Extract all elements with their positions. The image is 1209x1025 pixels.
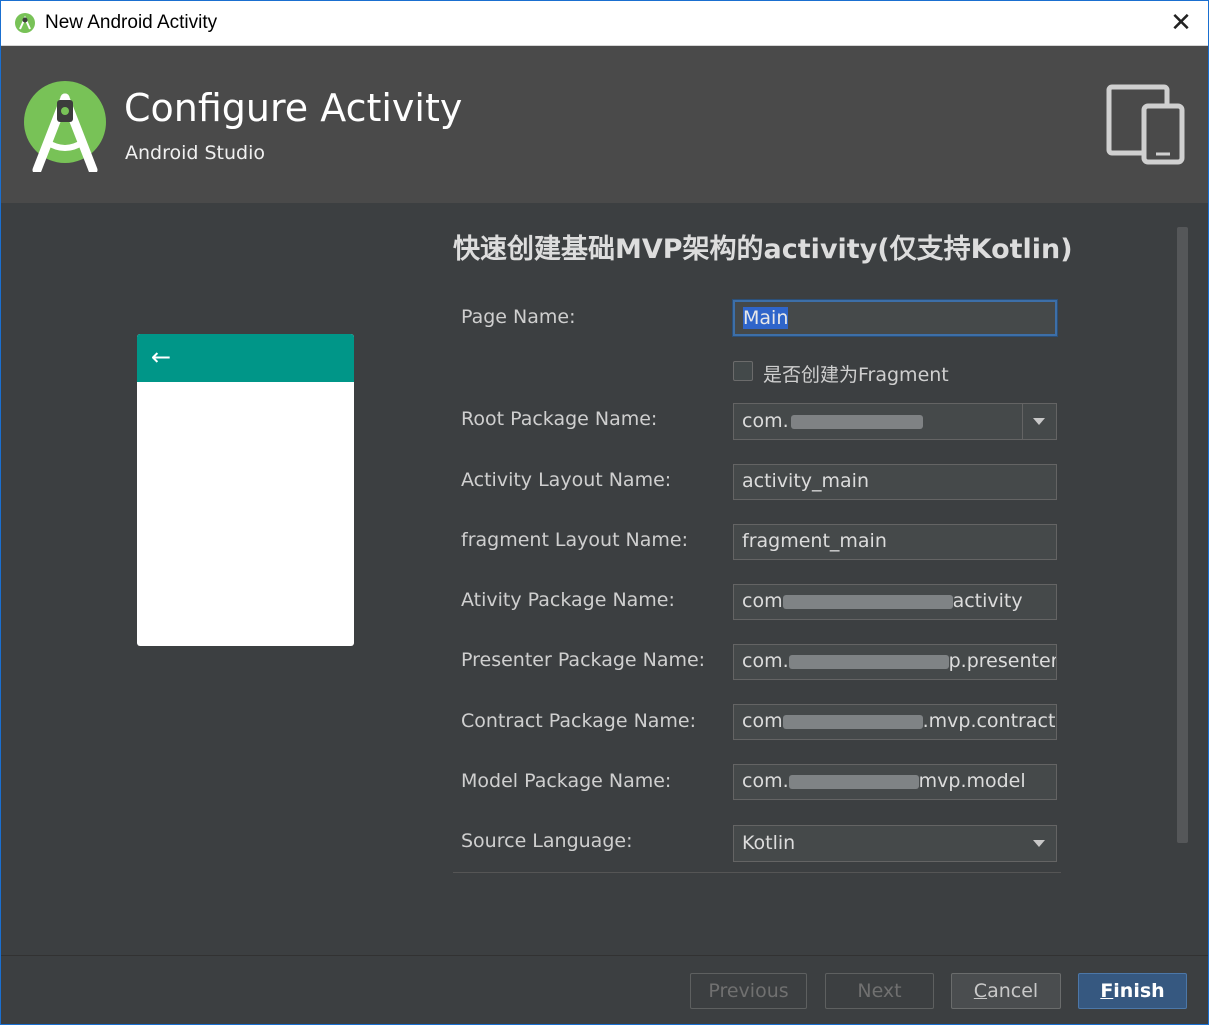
title-bar: New Android Activity ✕ — [1, 1, 1208, 46]
vertical-scrollbar[interactable] — [1177, 227, 1188, 843]
back-arrow-icon: ← — [151, 343, 172, 371]
source-language-value: Kotlin — [742, 832, 796, 854]
finish-button[interactable]: Finish — [1078, 973, 1187, 1009]
activity-package-input[interactable]: com activity — [733, 584, 1057, 620]
android-studio-logo-icon — [24, 81, 106, 172]
window-title: New Android Activity — [45, 12, 218, 33]
android-studio-icon — [15, 13, 35, 33]
dialog-window: New Android Activity ✕ Configure Activit… — [0, 0, 1209, 1025]
source-language-select[interactable]: Kotlin — [733, 825, 1057, 862]
model-package-input[interactable]: com. mvp.model — [733, 764, 1057, 800]
page-title: Configure Activity — [124, 86, 463, 130]
page-name-label: Page Name: — [461, 306, 576, 328]
form-divider — [453, 872, 1061, 873]
model-package-label: Model Package Name: — [461, 770, 672, 792]
page-name-input[interactable]: Main — [733, 300, 1057, 336]
contract-package-input[interactable]: com .mvp.contract — [733, 704, 1057, 740]
wizard-header: Configure Activity Android Studio — [1, 46, 1208, 203]
devices-icon — [1106, 84, 1185, 165]
root-package-dropdown-button[interactable] — [1022, 404, 1056, 439]
preview-app-bar: ← — [137, 334, 354, 382]
chevron-down-icon — [1033, 418, 1045, 425]
fragment-checkbox[interactable] — [733, 361, 753, 381]
next-button[interactable]: Next — [825, 973, 934, 1009]
page-name-value: Main — [743, 307, 789, 329]
activity-layout-label: Activity Layout Name: — [461, 469, 672, 491]
fragment-checkbox-label[interactable]: 是否创建为Fragment — [763, 360, 949, 387]
cancel-button[interactable]: Cancel — [951, 973, 1061, 1009]
presenter-package-input[interactable]: com. p.presenter — [733, 644, 1057, 680]
activity-package-label: Ativity Package Name: — [461, 589, 675, 611]
root-package-label: Root Package Name: — [461, 408, 658, 430]
previous-button[interactable]: Previous — [690, 973, 807, 1009]
close-button[interactable]: ✕ — [1164, 7, 1198, 39]
source-language-label: Source Language: — [461, 830, 633, 852]
activity-layout-input[interactable]: activity_main — [733, 464, 1057, 500]
chevron-down-icon — [1033, 840, 1045, 847]
activity-preview: ← — [137, 334, 354, 646]
root-package-value: com. — [742, 410, 923, 432]
fragment-layout-input[interactable]: fragment_main — [733, 524, 1057, 560]
page-subtitle: Android Studio — [125, 142, 266, 164]
root-package-combo[interactable]: com. — [733, 403, 1057, 440]
form-section-title: 快速创建基础MVP架构的activity(仅支持Kotlin) — [453, 234, 1073, 265]
presenter-package-label: Presenter Package Name: — [461, 649, 706, 671]
fragment-layout-label: fragment Layout Name: — [461, 529, 689, 551]
contract-package-label: Contract Package Name: — [461, 710, 697, 732]
footer-divider — [1, 955, 1208, 956]
